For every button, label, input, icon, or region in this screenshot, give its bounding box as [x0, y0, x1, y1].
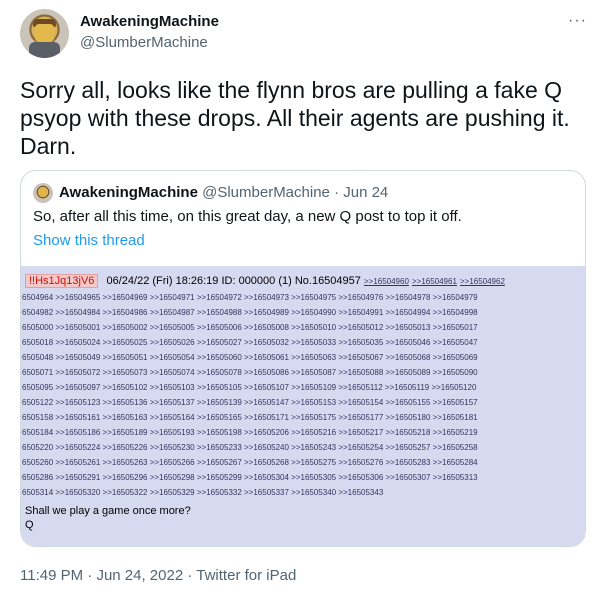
ref-line: 6505314 >>16505320 >>16505322 >>16505329…	[22, 488, 384, 497]
quoted-author-name: AwakeningMachine	[59, 184, 198, 201]
ref-line: 6505071 >>16505072 >>16505073 >>16505074…	[22, 368, 478, 377]
ref-line: 6505122 >>16505123 >>16505136 >>16505137…	[22, 398, 478, 407]
tweet-date[interactable]: Jun 24, 2022	[96, 567, 183, 584]
avatar-face	[35, 24, 54, 42]
quoted-tweet-text: So, after all this time, on this great d…	[33, 208, 462, 225]
post-header: !!Hs1Jq13jV6 06/24/22 (Fri) 18:26:19 ID:…	[25, 274, 505, 288]
author-name[interactable]: AwakeningMachine	[80, 13, 219, 30]
quoted-author-avatar	[33, 183, 53, 203]
ref-line: 6505000 >>16505001 >>16505002 >>16505005…	[22, 323, 478, 332]
quoted-tweet-header: AwakeningMachine @SlumberMachine · Jun 2…	[59, 184, 388, 201]
ref-line: 6505018 >>16505024 >>16505025 >>16505026…	[22, 338, 478, 347]
quoted-separator: ·	[334, 184, 340, 201]
footer-separator: ·	[87, 567, 93, 584]
post-ref: >>16504962	[459, 277, 505, 286]
post-ref: >>16504961	[411, 277, 457, 286]
ref-line: 6504982 >>16504984 >>16504986 >>16504987…	[22, 308, 478, 317]
tweet-source[interactable]: Twitter for iPad	[196, 567, 296, 584]
footer-separator: ·	[187, 567, 193, 584]
post-meta: 06/24/22 (Fri) 18:26:19 ID: 000000 (1) N…	[106, 275, 361, 287]
ref-line: 6505095 >>16505097 >>16505102 >>16505103…	[22, 383, 477, 392]
ref-line: 6505048 >>16505049 >>16505051 >>16505054…	[22, 353, 478, 362]
more-horizontal-icon[interactable]: ···	[568, 12, 587, 30]
author-avatar[interactable]	[20, 9, 69, 58]
quoted-date: Jun 24	[343, 184, 389, 201]
quoted-author-handle: @SlumberMachine	[202, 184, 330, 201]
post-body-line: Shall we play a game once more?	[25, 505, 191, 517]
post-body: Shall we play a game once more? Q	[25, 504, 191, 532]
quoted-screenshot-image[interactable]: !!Hs1Jq13jV6 06/24/22 (Fri) 18:26:19 ID:…	[21, 266, 585, 546]
post-signature: Q	[25, 519, 34, 531]
ref-line: 6505184 >>16505186 >>16505189 >>16505193…	[22, 428, 478, 437]
ref-line: 6505220 >>16505224 >>16505226 >>16505230…	[22, 443, 478, 452]
ref-line: 6505260 >>16505261 >>16505263 >>16505266…	[22, 458, 478, 467]
ref-line: 6504964 >>16504965 >>16504969 >>16504971…	[22, 293, 478, 302]
poster-id: !!Hs1Jq13jV6	[25, 274, 99, 288]
avatar-body	[29, 42, 60, 58]
tweet-time[interactable]: 11:49 PM	[20, 567, 83, 584]
ref-line: 6505286 >>16505291 >>16505296 >>16505298…	[22, 473, 478, 482]
tweet-timestamp[interactable]: 11:49 PM · Jun 24, 2022 · Twitter for iP…	[20, 567, 296, 584]
ref-line: 6505158 >>16505161 >>16505163 >>16505164…	[22, 413, 478, 422]
tweet-text: Sorry all, looks like the flynn bros are…	[20, 77, 570, 159]
quoted-tweet[interactable]: AwakeningMachine @SlumberMachine · Jun 2…	[20, 170, 586, 547]
author-handle[interactable]: @SlumberMachine	[80, 34, 208, 51]
show-thread-link[interactable]: Show this thread	[33, 232, 145, 249]
post-ref: >>16504960	[363, 277, 409, 286]
